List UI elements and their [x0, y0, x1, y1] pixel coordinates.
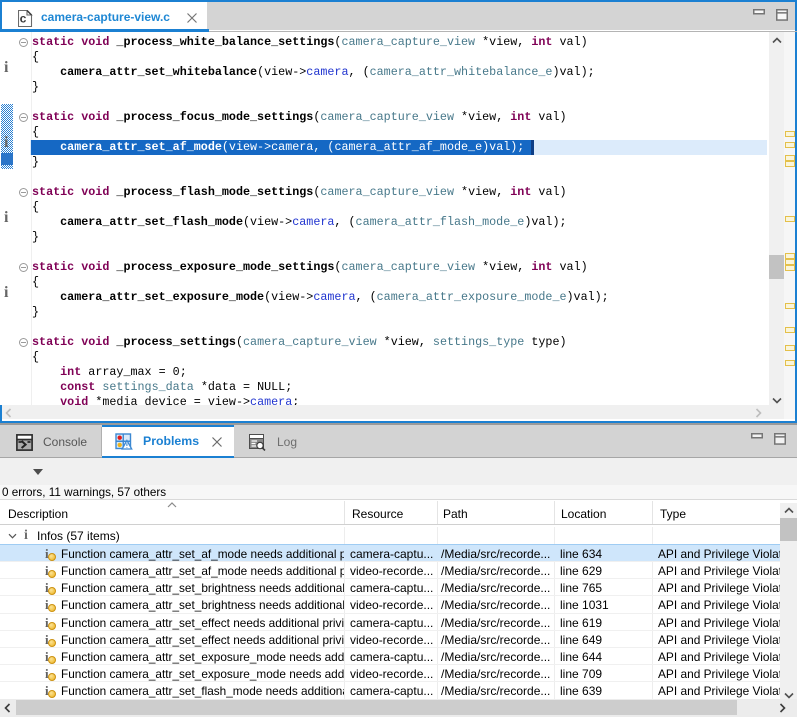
svg-text:c: c — [20, 13, 27, 27]
